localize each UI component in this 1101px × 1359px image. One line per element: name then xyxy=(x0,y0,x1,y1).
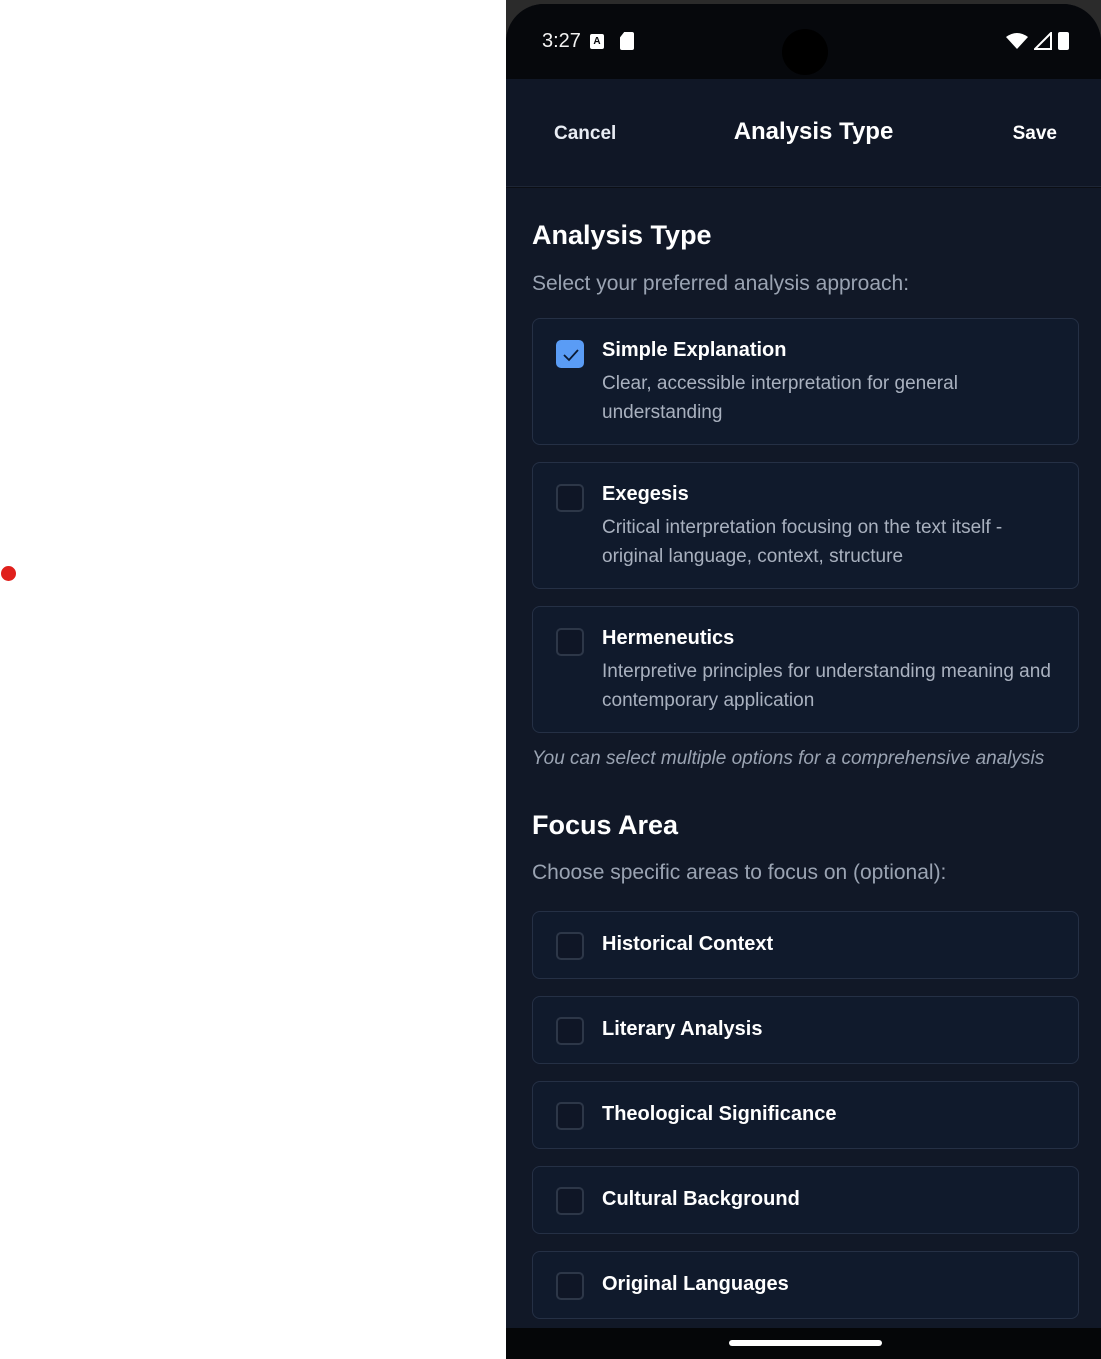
focus-option-title: Literary Analysis xyxy=(602,1018,763,1040)
exegesis-checkbox[interactable] xyxy=(556,484,584,512)
option-title: Exegesis xyxy=(602,483,689,505)
option-description: Critical interpretation focusing on the … xyxy=(602,517,1003,567)
focus-option-title: Original Languages xyxy=(602,1273,789,1295)
home-gesture-handle[interactable] xyxy=(729,1340,882,1346)
focus-section-title: Focus Area xyxy=(532,810,679,840)
focus-option-title: Historical Context xyxy=(602,933,774,955)
focus-cultural-background[interactable]: Cultural Background xyxy=(532,1166,1079,1234)
analysis-section-subtitle: Select your preferred analysis approach: xyxy=(532,272,910,295)
option-exegesis[interactable]: Exegesis Critical interpretation focusin… xyxy=(532,462,1079,589)
focus-option-title: Cultural Background xyxy=(602,1188,800,1210)
wifi-icon xyxy=(1006,33,1028,49)
signal-icon xyxy=(1034,32,1052,50)
save-button[interactable]: Save xyxy=(1013,123,1057,145)
top-app-bar: Cancel Analysis Type Save xyxy=(506,79,1101,187)
analysis-section-title: Analysis Type xyxy=(532,220,712,250)
status-bar: 3:27 A xyxy=(506,4,1101,79)
option-hermeneutics[interactable]: Hermeneutics Interpretive principles for… xyxy=(532,606,1079,733)
focus-literary-analysis[interactable]: Literary Analysis xyxy=(532,996,1079,1064)
checkmark-icon xyxy=(563,349,579,362)
status-icons xyxy=(1006,32,1069,50)
option-description: Interpretive principles for understandin… xyxy=(602,661,1051,711)
focus-original-languages[interactable]: Original Languages xyxy=(532,1251,1079,1319)
touch-indicator-dot xyxy=(1,566,16,581)
navigation-bar xyxy=(506,1328,1101,1359)
cultural-background-checkbox[interactable] xyxy=(556,1187,584,1215)
status-time: 3:27 xyxy=(542,30,581,52)
focus-historical-context[interactable]: Historical Context xyxy=(532,911,1079,979)
front-camera xyxy=(782,29,828,75)
focus-section-subtitle: Choose specific areas to focus on (optio… xyxy=(532,861,947,884)
screen: 3:27 A Cancel Analysis Type Save Analysi… xyxy=(506,4,1101,1359)
focus-option-title: Theological Significance xyxy=(602,1103,837,1125)
a-notification-icon: A xyxy=(590,34,604,49)
settings-content: Analysis Type Select your preferred anal… xyxy=(506,188,1101,1328)
option-title: Simple Explanation xyxy=(602,339,787,361)
theological-significance-checkbox[interactable] xyxy=(556,1102,584,1130)
phone-frame: 3:27 A Cancel Analysis Type Save Analysi… xyxy=(506,0,1101,1359)
multi-select-note: You can select multiple options for a co… xyxy=(532,748,1045,769)
simple-explanation-checkbox[interactable] xyxy=(556,340,584,368)
option-description: Clear, accessible interpretation for gen… xyxy=(602,373,958,423)
option-simple-explanation[interactable]: Simple Explanation Clear, accessible int… xyxy=(532,318,1079,445)
literary-analysis-checkbox[interactable] xyxy=(556,1017,584,1045)
sd-card-icon xyxy=(620,32,634,50)
original-languages-checkbox[interactable] xyxy=(556,1272,584,1300)
historical-context-checkbox[interactable] xyxy=(556,932,584,960)
hermeneutics-checkbox[interactable] xyxy=(556,628,584,656)
option-title: Hermeneutics xyxy=(602,627,735,649)
focus-theological-significance[interactable]: Theological Significance xyxy=(532,1081,1079,1149)
battery-icon xyxy=(1058,32,1069,50)
